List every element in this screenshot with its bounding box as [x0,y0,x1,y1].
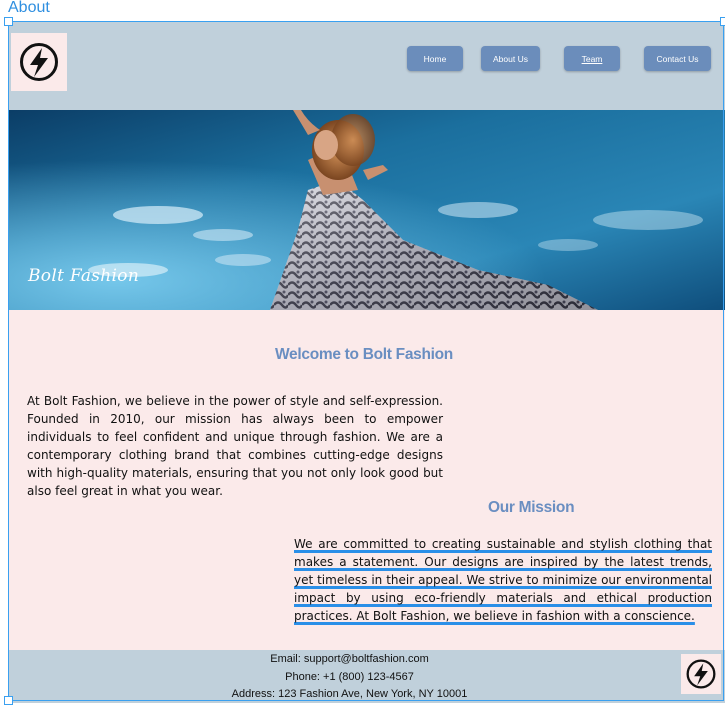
nav-team-label: Team [581,53,603,64]
lightning-bolt-icon [20,43,58,81]
about-content: Welcome to Bolt Fashion At Bolt Fashion,… [8,310,725,650]
nav-about-button[interactable]: About Us [481,46,540,71]
footer-phone: Phone: +1 (800) 123-4567 [285,670,414,683]
nav-about-label: About Us [493,53,528,64]
nav-home-label: Home [423,53,447,64]
footer-address: Address: 123 Fashion Ave, New York, NY 1… [231,688,468,700]
about-paragraph: At Bolt Fashion, we believe in the power… [27,394,443,498]
lightning-bolt-icon [686,659,716,689]
hero-brand-script: Bolt Fashion [28,266,140,286]
nav-team-button[interactable]: Team [564,46,620,71]
resize-handle-top-left[interactable] [4,17,13,26]
contact-info: Email: support@boltfashion.com Phone: +1… [8,651,691,703]
site-logo[interactable] [11,33,67,91]
nav-home-button[interactable]: Home [407,46,463,71]
mission-paragraph-text: We are committed to creating sustainable… [294,537,712,623]
site-header: Home About Us Team Contact Us [8,22,725,110]
site-footer: Email: support@boltfashion.com Phone: +1… [8,650,725,703]
about-page: Home About Us Team Contact Us Bolt Fashi… [8,22,725,703]
resize-handle-top-right[interactable] [720,17,725,26]
resize-handle-bottom-left[interactable] [4,696,13,705]
welcome-heading: Welcome to Bolt Fashion [275,346,453,363]
hero-banner: Bolt Fashion [8,110,725,310]
nav-contact-label: Contact Us [656,53,699,64]
nav-contact-button[interactable]: Contact Us [644,46,711,71]
mission-heading: Our Mission [488,499,575,516]
footer-email: Email: support@boltfashion.com [270,653,429,665]
mission-paragraph[interactable]: We are committed to creating sustainable… [294,535,712,625]
frame-label: About [8,0,50,16]
footer-logo[interactable] [681,654,721,694]
